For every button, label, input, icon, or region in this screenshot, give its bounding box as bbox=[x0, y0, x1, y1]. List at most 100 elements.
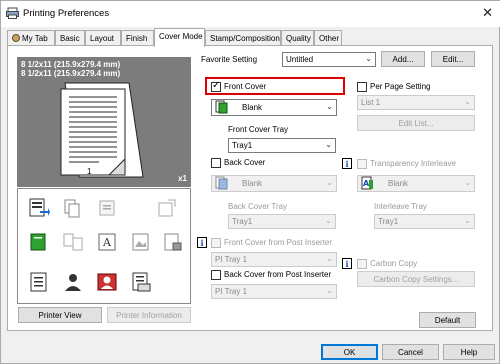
front-cover-checkbox[interactable] bbox=[211, 80, 221, 92]
chevron-down-icon: ⌄ bbox=[326, 102, 333, 111]
back-cover-type-select[interactable]: Blank ⌄ bbox=[211, 175, 337, 192]
chevron-down-icon: ⌄ bbox=[464, 97, 471, 106]
text-a-icon: A bbox=[98, 233, 116, 251]
per-page-setting-label: Per Page Setting bbox=[370, 82, 431, 91]
cover-paper-icon bbox=[215, 100, 228, 114]
preview-page-number: 1 bbox=[87, 167, 92, 176]
front-cover-tray-value: Tray1 bbox=[232, 141, 253, 150]
back-post-inserter-tray-value: PI Tray 1 bbox=[215, 287, 248, 296]
help-label: Help bbox=[460, 348, 478, 357]
paper-tray-icon bbox=[132, 272, 151, 292]
carbon-copy-checkbox[interactable] bbox=[357, 259, 367, 269]
svg-text:A: A bbox=[363, 179, 370, 188]
carbon-copy-settings-label: Carbon Copy Settings... bbox=[373, 275, 459, 284]
cancel-button[interactable]: Cancel bbox=[382, 344, 439, 360]
add-favorite-label: Add... bbox=[392, 55, 414, 64]
carbon-copy-settings-button[interactable]: Carbon Copy Settings... bbox=[357, 271, 475, 287]
interleave-tray-label: Interleave Tray bbox=[374, 202, 427, 211]
back-post-inserter-label: Back Cover from Post Inserter bbox=[224, 270, 332, 279]
printer-view-button[interactable]: Printer View bbox=[18, 307, 102, 323]
document-preview-icon bbox=[60, 82, 144, 178]
back-cover-checkbox[interactable] bbox=[211, 158, 221, 168]
front-cover-tray-select[interactable]: Tray1 ⌄ bbox=[228, 138, 336, 153]
close-icon[interactable]: ✕ bbox=[482, 5, 493, 21]
tab-cover-mode[interactable]: Cover Mode bbox=[154, 28, 205, 47]
edit-list-label: Edit List... bbox=[398, 119, 434, 128]
sort-icon bbox=[64, 199, 80, 218]
back-post-inserter-checkbox[interactable] bbox=[211, 270, 221, 280]
preview-paper-size: 8 1/2x11 (215.9x279.4 mm) bbox=[21, 60, 121, 69]
transparency-icon: A bbox=[361, 176, 373, 190]
tab-finish[interactable]: Finish bbox=[121, 30, 154, 46]
cover-mode-icon bbox=[29, 198, 50, 217]
cover-paper-icon bbox=[215, 176, 228, 190]
transparency-interleave-checkbox[interactable] bbox=[357, 159, 367, 169]
per-page-list-value: List 1 bbox=[361, 98, 381, 107]
transparency-interleave-label: Transparency Interleave bbox=[370, 159, 456, 168]
tab-label: Finish bbox=[126, 34, 148, 43]
back-cover-tray-select[interactable]: Tray1 ⌄ bbox=[228, 214, 336, 229]
info-icon[interactable]: i bbox=[342, 258, 352, 269]
default-label: Default bbox=[434, 316, 461, 325]
chevron-down-icon: ⌄ bbox=[326, 254, 333, 263]
user-authentication-icon bbox=[97, 273, 117, 291]
window-title: Printing Preferences bbox=[23, 8, 110, 19]
printer-information-button[interactable]: Printer Information bbox=[107, 307, 191, 323]
add-favorite-button[interactable]: Add... bbox=[381, 51, 425, 67]
tab-layout[interactable]: Layout bbox=[85, 30, 121, 46]
front-cover-type-value: Blank bbox=[242, 103, 263, 112]
color-page-icon bbox=[30, 233, 46, 251]
tab-label: Cover Mode bbox=[159, 32, 203, 41]
tab-stamp-composition[interactable]: Stamp/Composition bbox=[205, 30, 281, 46]
chevron-down-icon: ⌄ bbox=[464, 178, 471, 187]
info-icon[interactable]: i bbox=[342, 158, 352, 169]
edit-list-button[interactable]: Edit List... bbox=[357, 115, 475, 131]
document-text-icon bbox=[30, 272, 47, 292]
cancel-label: Cancel bbox=[398, 348, 423, 357]
tab-label: My Tab bbox=[22, 34, 48, 43]
carbon-copy-label: Carbon Copy bbox=[370, 259, 418, 268]
front-post-inserter-label: Front Cover from Post Inserter bbox=[224, 238, 333, 247]
back-post-inserter-tray-select[interactable]: PI Tray 1 ⌄ bbox=[211, 284, 337, 299]
ok-label: OK bbox=[343, 348, 356, 357]
booklet-icon bbox=[99, 200, 115, 216]
image-page-icon bbox=[132, 233, 149, 251]
tab-quality[interactable]: Quality bbox=[281, 30, 314, 46]
chevron-down-icon: ⌄ bbox=[325, 140, 332, 149]
tab-my-tab[interactable]: My Tab bbox=[7, 30, 55, 46]
printer-icon bbox=[6, 7, 19, 19]
chevron-down-icon: ⌄ bbox=[326, 286, 333, 295]
tab-label: Other bbox=[319, 34, 340, 43]
chevron-down-icon: ⌄ bbox=[326, 178, 333, 187]
edit-favorite-button[interactable]: Edit... bbox=[431, 51, 475, 67]
security-icon bbox=[164, 233, 182, 251]
title-bar: Printing Preferences ✕ bbox=[1, 1, 500, 27]
preview-paper-size-output: 8 1/2x11 (215.9x279.4 mm) bbox=[21, 69, 121, 78]
tab-other[interactable]: Other bbox=[314, 30, 342, 46]
default-button[interactable]: Default bbox=[419, 312, 476, 328]
preview-copies: x1 bbox=[178, 174, 187, 183]
info-icon[interactable]: i bbox=[197, 237, 207, 248]
transparency-type-select[interactable]: A Blank ⌄ bbox=[357, 175, 475, 192]
front-cover-type-select[interactable]: Blank ⌄ bbox=[211, 99, 337, 116]
tab-basic[interactable]: Basic bbox=[55, 30, 85, 46]
front-post-inserter-checkbox[interactable] bbox=[211, 238, 221, 248]
chevron-down-icon: ⌄ bbox=[325, 216, 332, 225]
layout-icon bbox=[63, 233, 83, 251]
favorite-setting-select[interactable]: Untitled ⌄ bbox=[282, 52, 376, 67]
per-page-setting-checkbox[interactable] bbox=[357, 82, 367, 92]
front-post-inserter-tray-select[interactable]: PI Tray 1 ⌄ bbox=[211, 252, 337, 267]
interleave-tray-value: Tray1 bbox=[378, 217, 399, 226]
ok-button[interactable]: OK bbox=[321, 344, 378, 360]
print-preview: 8 1/2x11 (215.9x279.4 mm) 8 1/2x11 (215.… bbox=[17, 57, 191, 187]
tab-label: Quality bbox=[286, 34, 311, 43]
back-cover-type-value: Blank bbox=[242, 179, 263, 188]
help-button[interactable]: Help bbox=[443, 344, 495, 360]
printing-preferences-window: Printing Preferences ✕ My Tab Basic Layo… bbox=[0, 0, 500, 364]
favorite-setting-value: Untitled bbox=[286, 55, 314, 64]
printer-view-label: Printer View bbox=[38, 311, 82, 320]
interleave-tray-select[interactable]: Tray1 ⌄ bbox=[374, 214, 475, 229]
person-icon bbox=[65, 274, 81, 291]
tab-label: Basic bbox=[60, 34, 80, 43]
per-page-list-select[interactable]: List 1 ⌄ bbox=[357, 95, 475, 110]
